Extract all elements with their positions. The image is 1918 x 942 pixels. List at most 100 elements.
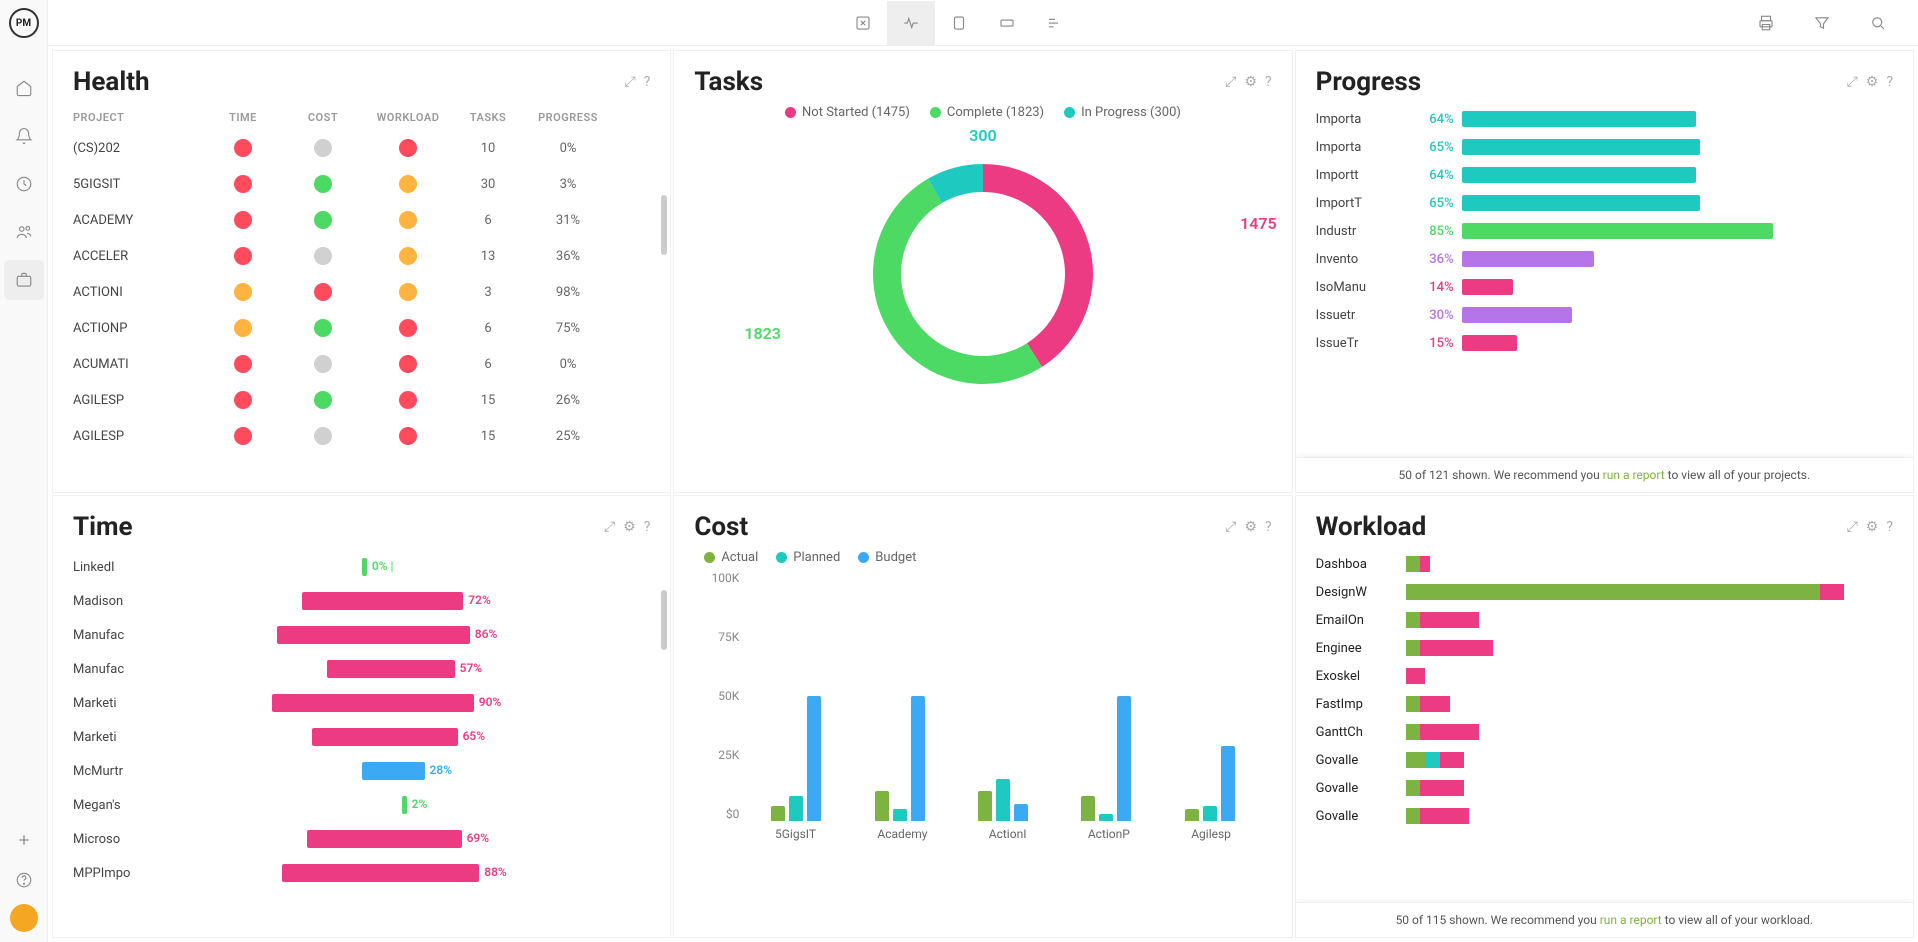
- time-row[interactable]: Manufac86%: [73, 618, 650, 652]
- help-icon[interactable]: ?: [1265, 519, 1272, 535]
- search-icon[interactable]: [1854, 1, 1902, 45]
- health-row[interactable]: AGILESP1526%: [73, 382, 650, 418]
- expand-icon[interactable]: ⤢: [1847, 519, 1858, 535]
- tab-card-icon[interactable]: [983, 1, 1031, 45]
- progress-row[interactable]: ImportT65%: [1316, 189, 1893, 217]
- help-icon[interactable]: ?: [1886, 519, 1893, 535]
- workload-row[interactable]: Govalle: [1316, 746, 1893, 774]
- workload-row[interactable]: FastImp: [1316, 690, 1893, 718]
- cost-bar-group[interactable]: [1185, 746, 1235, 821]
- health-row[interactable]: ACCELER1336%: [73, 238, 650, 274]
- time-row[interactable]: Marketi90%: [73, 686, 650, 720]
- time-status-dot: [234, 427, 252, 445]
- tasks-panel: Tasks ⤢⚙? Not Started (1475)Complete (18…: [673, 50, 1292, 493]
- donut-label-left: 1823: [744, 324, 781, 343]
- workload-row[interactable]: Exoskel: [1316, 662, 1893, 690]
- cost-bar-group[interactable]: [771, 696, 821, 821]
- workload-row[interactable]: Dashboa: [1316, 550, 1893, 578]
- user-avatar[interactable]: [10, 904, 38, 932]
- workload-row[interactable]: GanttCh: [1316, 718, 1893, 746]
- expand-icon[interactable]: ⤢: [604, 519, 615, 535]
- health-row[interactable]: AGILESP1525%: [73, 418, 650, 454]
- workload-row[interactable]: DesignW: [1316, 578, 1893, 606]
- scrollbar[interactable]: [661, 590, 667, 650]
- workload-row[interactable]: Govalle: [1316, 802, 1893, 830]
- health-row[interactable]: (CS)202100%: [73, 130, 650, 166]
- progress-row[interactable]: Industr85%: [1316, 217, 1893, 245]
- nav-help-icon[interactable]: [4, 860, 44, 900]
- legend-item[interactable]: Planned: [776, 550, 840, 565]
- cost-status-dot: [314, 139, 332, 157]
- filter-icon[interactable]: [1798, 1, 1846, 45]
- help-icon[interactable]: ?: [1886, 74, 1893, 90]
- time-row[interactable]: Manufac57%: [73, 652, 650, 686]
- expand-icon[interactable]: ⤢: [1225, 519, 1236, 535]
- progress-row[interactable]: IsoManu14%: [1316, 273, 1893, 301]
- help-icon[interactable]: ?: [644, 519, 651, 535]
- gear-icon[interactable]: ⚙: [1866, 519, 1879, 535]
- legend-item[interactable]: In Progress (300): [1064, 105, 1181, 120]
- time-status-dot: [234, 355, 252, 373]
- time-status-dot: [234, 319, 252, 337]
- time-row[interactable]: LinkedI0% |: [73, 550, 650, 584]
- progress-row[interactable]: IssueTr15%: [1316, 329, 1893, 357]
- progress-row[interactable]: Importa65%: [1316, 133, 1893, 161]
- tab-clipboard-icon[interactable]: [935, 1, 983, 45]
- time-row[interactable]: McMurtr28%: [73, 754, 650, 788]
- cost-bar-group[interactable]: [978, 779, 1028, 822]
- nav-bell-icon[interactable]: [4, 116, 44, 156]
- nav-briefcase-icon[interactable]: [4, 260, 44, 300]
- workload-row[interactable]: EmailOn: [1316, 606, 1893, 634]
- legend-item[interactable]: Complete (1823): [930, 105, 1044, 120]
- legend-item[interactable]: Actual: [704, 550, 758, 565]
- expand-icon[interactable]: ⤢: [1847, 74, 1858, 90]
- expand-icon[interactable]: ⤢: [1225, 74, 1236, 90]
- time-status-dot: [234, 139, 252, 157]
- nav-users-icon[interactable]: [4, 212, 44, 252]
- health-row[interactable]: ACTIONP675%: [73, 310, 650, 346]
- legend-item[interactable]: Not Started (1475): [785, 105, 910, 120]
- health-row[interactable]: ACADEMY631%: [73, 202, 650, 238]
- gear-icon[interactable]: ⚙: [1244, 74, 1257, 90]
- run-report-link[interactable]: run a report: [1603, 468, 1665, 482]
- help-icon[interactable]: ?: [1265, 74, 1272, 90]
- gear-icon[interactable]: ⚙: [623, 519, 636, 535]
- workload-notice: 50 of 115 shown. We recommend you run a …: [1296, 902, 1913, 937]
- cost-bar-group[interactable]: [1081, 696, 1131, 821]
- cost-bar-group[interactable]: [875, 696, 925, 821]
- cost-title: Cost: [694, 512, 748, 542]
- health-row[interactable]: ACUMATI60%: [73, 346, 650, 382]
- health-row[interactable]: 5GIGSIT303%: [73, 166, 650, 202]
- tab-overview-icon[interactable]: [839, 1, 887, 45]
- gear-icon[interactable]: ⚙: [1244, 519, 1257, 535]
- workload-status-dot: [399, 427, 417, 445]
- legend-item[interactable]: Budget: [858, 550, 916, 565]
- progress-row[interactable]: Invento36%: [1316, 245, 1893, 273]
- help-icon[interactable]: ?: [644, 74, 651, 90]
- print-icon[interactable]: [1742, 1, 1790, 45]
- nav-add-button[interactable]: [4, 820, 44, 860]
- run-report-link[interactable]: run a report: [1600, 913, 1662, 927]
- progress-row[interactable]: Issuetr30%: [1316, 301, 1893, 329]
- time-row[interactable]: MPPImpo88%: [73, 856, 650, 890]
- time-row[interactable]: Madison72%: [73, 584, 650, 618]
- health-row[interactable]: ACTIONI398%: [73, 274, 650, 310]
- time-row[interactable]: Marketi65%: [73, 720, 650, 754]
- workload-status-dot: [399, 391, 417, 409]
- workload-row[interactable]: Govalle: [1316, 774, 1893, 802]
- workload-row[interactable]: Enginee: [1316, 634, 1893, 662]
- app-logo[interactable]: PM: [9, 8, 39, 38]
- time-row[interactable]: Megan's2%: [73, 788, 650, 822]
- time-row[interactable]: Microso69%: [73, 822, 650, 856]
- nav-clock-icon[interactable]: [4, 164, 44, 204]
- gear-icon[interactable]: ⚙: [1866, 74, 1879, 90]
- nav-home-icon[interactable]: [4, 68, 44, 108]
- tab-pulse-icon[interactable]: [887, 1, 935, 45]
- tab-timeline-icon[interactable]: [1031, 1, 1079, 45]
- expand-icon[interactable]: ⤢: [625, 74, 636, 90]
- workload-panel: Workload ⤢⚙? DashboaDesignWEmailOnEngine…: [1295, 495, 1914, 938]
- health-title: Health: [73, 67, 150, 97]
- scrollbar[interactable]: [661, 195, 667, 255]
- progress-row[interactable]: Importt64%: [1316, 161, 1893, 189]
- progress-row[interactable]: Importa64%: [1316, 105, 1893, 133]
